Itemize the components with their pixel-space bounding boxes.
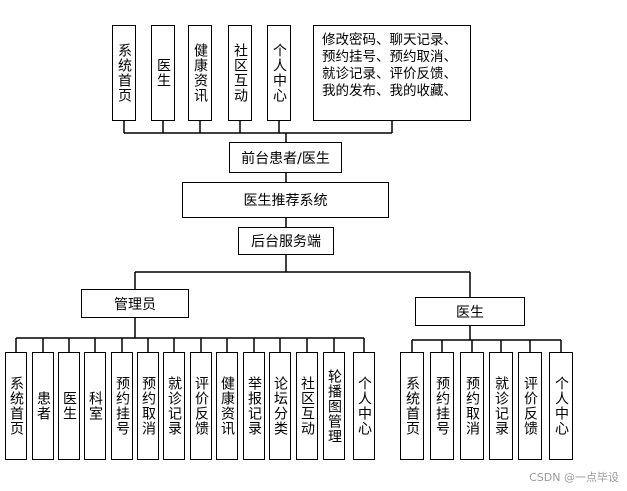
diagram-canvas: 系统首页 医生 健康资讯 社区互动 个人中心 修改密码、聊天记录、 预约挂号、预… [0, 0, 627, 491]
admin-module-14: 个人中心 [353, 352, 375, 460]
front-label: 前台患者/医生 [241, 150, 330, 167]
top-module-3: 健康资讯 [188, 25, 212, 121]
doctor-module-1: 系统首页 [400, 352, 424, 460]
admin-module-13: 轮播图管理 [323, 352, 345, 460]
admin-module-label: 科室 [87, 391, 103, 421]
top-module-label: 社区互动 [232, 43, 248, 103]
admin-module-label: 举报记录 [246, 376, 262, 436]
admin-module-label: 社区互动 [299, 376, 315, 436]
admin-label: 管理员 [114, 296, 156, 313]
front-box: 前台患者/医生 [229, 142, 342, 173]
admin-box: 管理员 [81, 289, 189, 318]
admin-module-11: 论坛分类 [269, 352, 291, 460]
admin-module-8: 评价反馈 [190, 352, 212, 460]
top-detail-line: 我的发布、我的收藏、 [322, 83, 457, 99]
doctor-module-label: 预约取消 [464, 376, 480, 436]
admin-module-12: 社区互动 [296, 352, 318, 460]
admin-module-10: 举报记录 [243, 352, 265, 460]
admin-module-1: 系统首页 [5, 352, 27, 460]
back-label: 后台服务端 [251, 234, 321, 250]
admin-module-label: 预约取消 [140, 376, 156, 436]
admin-module-label: 患者 [35, 391, 51, 421]
doctor-module-label: 就诊记录 [493, 376, 509, 436]
admin-module-label: 轮播图管理 [326, 368, 342, 444]
top-module-1: 系统首页 [112, 25, 136, 121]
admin-module-5: 预约挂号 [111, 352, 133, 460]
doctor-module-label: 评价反馈 [522, 376, 538, 436]
doctor-box: 医生 [415, 297, 525, 326]
doctor-label: 医生 [456, 304, 484, 321]
admin-module-label: 健康资讯 [219, 376, 235, 436]
back-box: 后台服务端 [238, 227, 334, 255]
doctor-module-6: 个人中心 [549, 352, 573, 460]
admin-module-4: 科室 [84, 352, 106, 460]
admin-module-7: 就诊记录 [163, 352, 185, 460]
admin-module-label: 论坛分类 [272, 376, 288, 436]
doctor-module-label: 个人中心 [553, 376, 569, 436]
doctor-module-4: 就诊记录 [489, 352, 513, 460]
watermark: CSDN @一点毕设 [529, 471, 619, 484]
top-module-2: 医生 [151, 25, 175, 121]
admin-module-9: 健康资讯 [216, 352, 238, 460]
admin-module-label: 预约挂号 [114, 376, 130, 436]
doctor-module-label: 系统首页 [404, 376, 420, 436]
doctor-module-label: 预约挂号 [434, 376, 450, 436]
admin-module-label: 个人中心 [356, 376, 372, 436]
doctor-module-3: 预约取消 [460, 352, 484, 460]
top-module-label: 个人中心 [271, 43, 287, 103]
admin-module-label: 系统首页 [8, 376, 24, 436]
admin-module-3: 医生 [58, 352, 80, 460]
top-detail-line: 修改密码、聊天记录、 [322, 32, 457, 48]
admin-module-2: 患者 [32, 352, 54, 460]
top-detail-line: 就诊记录、评价反馈、 [322, 66, 457, 82]
top-module-4: 社区互动 [228, 25, 252, 121]
system-box: 医生推荐系统 [182, 182, 389, 218]
top-module-label: 系统首页 [116, 43, 132, 103]
admin-module-label: 医生 [61, 391, 77, 421]
top-module-5: 个人中心 [267, 25, 291, 121]
top-module-label: 健康资讯 [192, 43, 208, 103]
top-detail-box: 修改密码、聊天记录、 预约挂号、预约取消、 就诊记录、评价反馈、 我的发布、我的… [313, 25, 471, 121]
doctor-module-5: 评价反馈 [518, 352, 542, 460]
top-module-label: 医生 [155, 58, 171, 88]
admin-module-6: 预约取消 [137, 352, 159, 460]
system-label: 医生推荐系统 [243, 193, 328, 209]
admin-module-label: 评价反馈 [193, 376, 209, 436]
admin-module-label: 就诊记录 [166, 376, 182, 436]
top-detail-line: 预约挂号、预约取消、 [322, 49, 457, 65]
doctor-module-2: 预约挂号 [430, 352, 454, 460]
